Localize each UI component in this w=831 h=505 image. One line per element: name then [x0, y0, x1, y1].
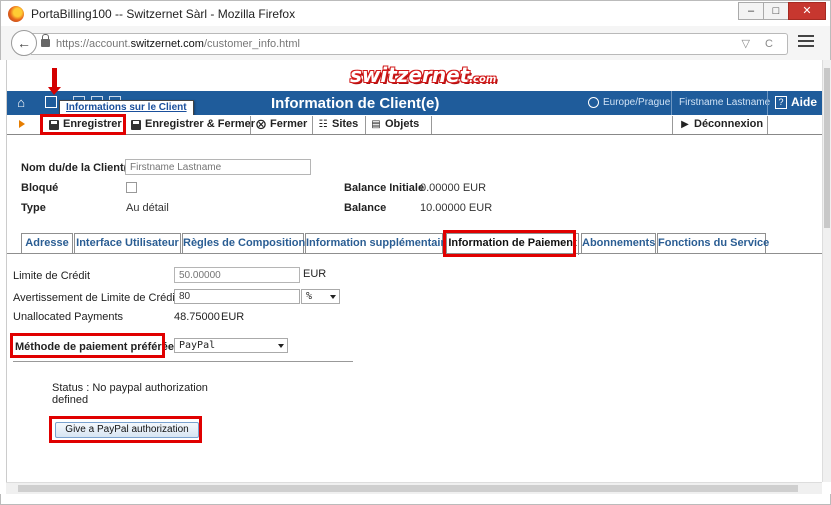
blocked-checkbox[interactable]: [126, 182, 137, 193]
paypal-authorization-button[interactable]: Give a PayPal authorization: [55, 422, 199, 438]
tab-fonctions-service[interactable]: Fonctions du Service: [657, 233, 769, 254]
vertical-scrollbar[interactable]: [822, 60, 831, 482]
client-name-input[interactable]: [125, 159, 311, 175]
tab-adresse[interactable]: Adresse: [21, 233, 73, 254]
credit-warning-label: Avertissement de Limite de Crédit: [13, 292, 178, 304]
toolbar-divider: [672, 116, 673, 134]
switzernet-logo: switzernet.com: [350, 63, 497, 87]
tab-baseline: [7, 253, 823, 254]
page-viewport: switzernet.com ⌂ Information de Client(e…: [6, 60, 823, 482]
credit-limit-currency: EUR: [303, 268, 327, 280]
header-divider: [767, 91, 768, 115]
user-name-link[interactable]: Firstname Lastname: [679, 97, 770, 108]
horizontal-scrollbar[interactable]: [6, 482, 822, 494]
home-icon[interactable]: ⌂: [13, 95, 29, 111]
browser-navbar: https://account.switzernet.com/customer_…: [0, 26, 831, 60]
toolbar-divider: [767, 116, 768, 134]
toolbar-divider: [125, 116, 126, 134]
payment-method-label: Méthode de paiement préférée: [15, 341, 174, 353]
tab-regles-composition[interactable]: Règles de Composition: [182, 233, 305, 254]
blocked-label: Bloqué: [21, 182, 59, 194]
tab-information-supplementaire[interactable]: Information supplémentaire: [305, 233, 451, 254]
toolbar-divider: [365, 116, 366, 134]
url-text[interactable]: https://account.switzernet.com/customer_…: [56, 38, 300, 50]
logout-button[interactable]: ▶ Déconnexion: [676, 116, 763, 134]
credit-warning-input[interactable]: 80: [174, 289, 300, 304]
save-button[interactable]: Enregistrer: [45, 116, 122, 134]
toolbar-divider: [312, 116, 313, 134]
url-dropdown-reload-icons[interactable]: ▽ C: [742, 37, 779, 50]
minimize-button[interactable]: –: [738, 2, 764, 20]
window-title: PortaBilling100 -- Switzernet Sàrl - Moz…: [31, 7, 296, 21]
maximize-button[interactable]: □: [763, 2, 789, 20]
credit-limit-input[interactable]: [174, 267, 300, 283]
sites-tree-icon: ☷: [318, 119, 328, 130]
toolbar-divider: [250, 116, 251, 134]
url-bar[interactable]: https://account.switzernet.com/customer_…: [31, 33, 788, 55]
timezone-link[interactable]: Europe/Prague: [603, 97, 670, 108]
unallocated-currency: EUR: [221, 311, 245, 323]
play-icon: [19, 120, 25, 128]
client-name-label: Nom du/de la Client(e): [21, 162, 138, 174]
save-close-button[interactable]: Enregistrer & Fermer: [127, 116, 255, 134]
globe-icon: [588, 97, 599, 108]
back-arrow-icon[interactable]: ←: [11, 30, 37, 56]
firefox-icon: [8, 6, 24, 22]
action-toolbar: Enregistrer Enregistrer & Fermer ⨂ Fermer…: [7, 115, 823, 135]
tab-abonnements[interactable]: Abonnements: [581, 233, 656, 254]
section-divider: [13, 361, 353, 362]
paypal-status-line1: Status : No paypal authorization: [52, 382, 208, 394]
unallocated-label: Unallocated Payments: [13, 311, 124, 323]
objects-icon: ▤: [371, 119, 381, 130]
menu-hamburger-icon[interactable]: [798, 35, 814, 49]
window-bottom-edge: [0, 494, 831, 505]
type-value: Au détail: [126, 202, 169, 214]
close-circle-icon: ⨂: [256, 119, 266, 130]
client-info-tooltip: Informations sur le Client: [59, 100, 194, 116]
help-link[interactable]: Aide: [791, 95, 817, 109]
toolbar-divider: [431, 116, 432, 134]
initial-balance-label: Balance Initiale: [344, 182, 425, 194]
scroll-thumb[interactable]: [824, 68, 830, 228]
dropdown-arrow-icon: [278, 344, 284, 348]
client-info-icon[interactable]: [45, 96, 57, 108]
type-label: Type: [21, 202, 46, 214]
dropdown-arrow-icon: [330, 295, 336, 299]
floppy-icon: [49, 120, 59, 130]
sites-button[interactable]: ☷ Sites: [314, 116, 359, 134]
balance-value: 10.00000 EUR: [420, 202, 493, 214]
red-annotation-arrow: [48, 68, 61, 95]
page-title: Information de Client(e): [271, 95, 440, 112]
lock-icon: [41, 34, 50, 47]
floppy-icon: [131, 120, 141, 130]
unallocated-value: 48.75000: [174, 311, 220, 323]
tab-information-paiement[interactable]: Information de Paiement: [446, 233, 579, 255]
close-button[interactable]: ⨂ Fermer: [252, 116, 307, 134]
scroll-thumb[interactable]: [18, 485, 798, 492]
credit-warning-unit-select[interactable]: %: [301, 289, 340, 304]
window-titlebar: PortaBilling100 -- Switzernet Sàrl - Moz…: [0, 0, 831, 26]
paypal-status-line2: defined: [52, 394, 89, 406]
initial-balance-value: 0.00000 EUR: [420, 182, 487, 194]
balance-label: Balance: [344, 202, 387, 214]
help-icon[interactable]: ?: [775, 96, 787, 109]
close-window-button[interactable]: ✕: [788, 2, 826, 20]
credit-limit-label: Limite de Crédit: [13, 270, 91, 282]
payment-method-select[interactable]: PayPal: [174, 338, 288, 353]
logout-icon: ▶: [681, 119, 689, 130]
objects-button[interactable]: ▤ Objets: [367, 116, 419, 134]
tab-interface-utilisateur[interactable]: Interface Utilisateur: [74, 233, 181, 254]
header-divider: [671, 91, 672, 115]
